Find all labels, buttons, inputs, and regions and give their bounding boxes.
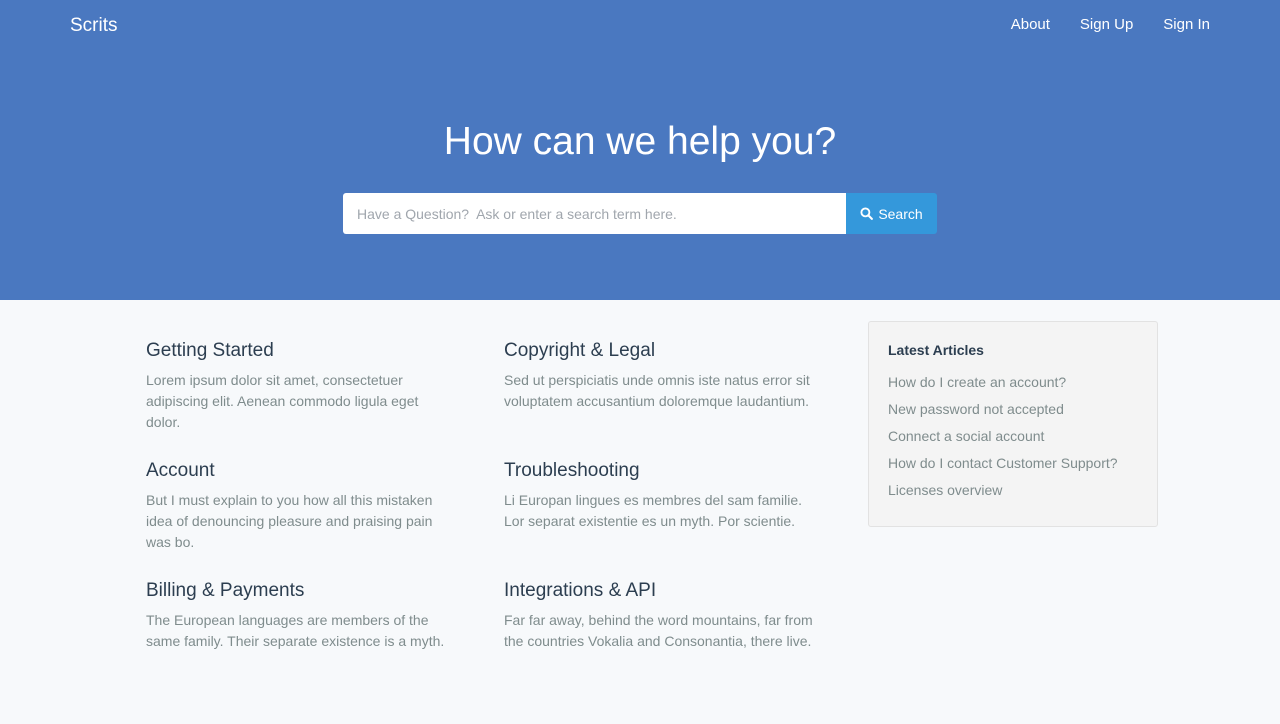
search-input[interactable] (343, 193, 846, 234)
latest-articles-panel: Latest Articles How do I create an accou… (868, 321, 1158, 527)
list-item: How do I contact Customer Support? (888, 450, 1138, 477)
hero-title: How can we help you? (443, 120, 837, 163)
topic-description: But I must explain to you how all this m… (146, 492, 433, 550)
topic-getting-started: Getting Started Lorem ipsum dolor sit am… (146, 340, 456, 433)
search-icon (860, 207, 874, 220)
list-item: Licenses overview (888, 477, 1138, 504)
latest-articles-list: How do I create an account? New password… (888, 369, 1138, 504)
topic-title[interactable]: Troubleshooting (504, 460, 814, 482)
list-item: How do I create an account? (888, 369, 1138, 396)
topic-account: Account But I must explain to you how al… (146, 460, 456, 553)
brand-logo[interactable]: Scrits (70, 15, 118, 37)
search-button-label: Search (878, 205, 923, 222)
list-item: New password not accepted (888, 396, 1138, 423)
topic-integrations-api: Integrations & API Far far away, behind … (504, 580, 814, 652)
article-link[interactable]: Licenses overview (888, 482, 1002, 498)
latest-articles-title: Latest Articles (888, 342, 984, 358)
topic-grid: Getting Started Lorem ipsum dolor sit am… (146, 340, 826, 652)
topic-title[interactable]: Copyright & Legal (504, 340, 814, 362)
hero-section: Scrits About Sign Up Sign In How can we … (0, 0, 1280, 300)
search-button[interactable]: Search (846, 193, 937, 234)
topic-description: Lorem ipsum dolor sit amet, consectetuer… (146, 372, 419, 430)
topic-description: The European languages are members of th… (146, 612, 445, 649)
article-link[interactable]: New password not accepted (888, 401, 1064, 417)
topic-copyright-legal: Copyright & Legal Sed ut perspiciatis un… (504, 340, 814, 433)
article-link[interactable]: Connect a social account (888, 428, 1044, 444)
list-item: Connect a social account (888, 423, 1138, 450)
topic-title[interactable]: Billing & Payments (146, 580, 456, 602)
topic-description: Li Europan lingues es membres del sam fa… (504, 492, 803, 529)
topic-title[interactable]: Integrations & API (504, 580, 814, 602)
topic-title[interactable]: Getting Started (146, 340, 456, 362)
topic-troubleshooting: Troubleshooting Li Europan lingues es me… (504, 460, 814, 553)
nav-links: About Sign Up Sign In (1011, 16, 1210, 33)
nav-link-sign-up[interactable]: Sign Up (1080, 16, 1133, 33)
navbar: Scrits About Sign Up Sign In (0, 0, 1280, 52)
topic-description: Far far away, behind the word mountains,… (504, 612, 813, 649)
search-bar: Search (343, 193, 937, 234)
article-link[interactable]: How do I create an account? (888, 374, 1066, 390)
nav-link-sign-in[interactable]: Sign In (1163, 16, 1210, 33)
article-link[interactable]: How do I contact Customer Support? (888, 455, 1118, 471)
nav-link-about[interactable]: About (1011, 16, 1050, 33)
main-content: Getting Started Lorem ipsum dolor sit am… (0, 300, 1280, 724)
topic-description: Sed ut perspiciatis unde omnis iste natu… (504, 372, 810, 409)
topic-title[interactable]: Account (146, 460, 456, 482)
topic-billing-payments: Billing & Payments The European language… (146, 580, 456, 652)
